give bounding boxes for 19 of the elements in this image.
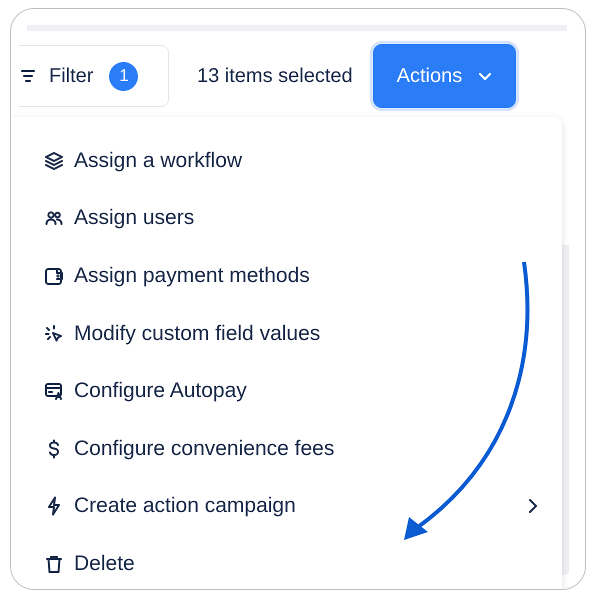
selection-count: 13 items selected xyxy=(197,64,353,88)
trash-icon xyxy=(44,554,64,574)
menu-item[interactable]: Modify custom field values xyxy=(11,304,562,362)
layers-icon xyxy=(44,150,64,171)
menu-item[interactable]: Configure convenience fees xyxy=(11,420,562,478)
menu-item[interactable]: Assign a workflow xyxy=(11,132,562,190)
filter-button[interactable]: Filter 1 xyxy=(19,45,169,107)
menu-item[interactable]: Configure Autopay xyxy=(11,362,562,420)
wallet-icon xyxy=(44,266,64,286)
menu-item[interactable]: Assign users xyxy=(11,190,562,248)
menu-item[interactable]: Assign payment methods xyxy=(11,247,562,305)
menu-item[interactable]: Create action campaign xyxy=(11,478,562,536)
sparkle-pointer-icon xyxy=(44,324,64,344)
chevron-down-icon xyxy=(478,72,492,80)
filter-icon xyxy=(21,69,35,83)
actions-button[interactable]: Actions xyxy=(372,44,516,108)
count-badge: 1 xyxy=(109,62,138,90)
menu-item[interactable]: Delete xyxy=(11,535,562,589)
card-icon xyxy=(44,381,64,402)
